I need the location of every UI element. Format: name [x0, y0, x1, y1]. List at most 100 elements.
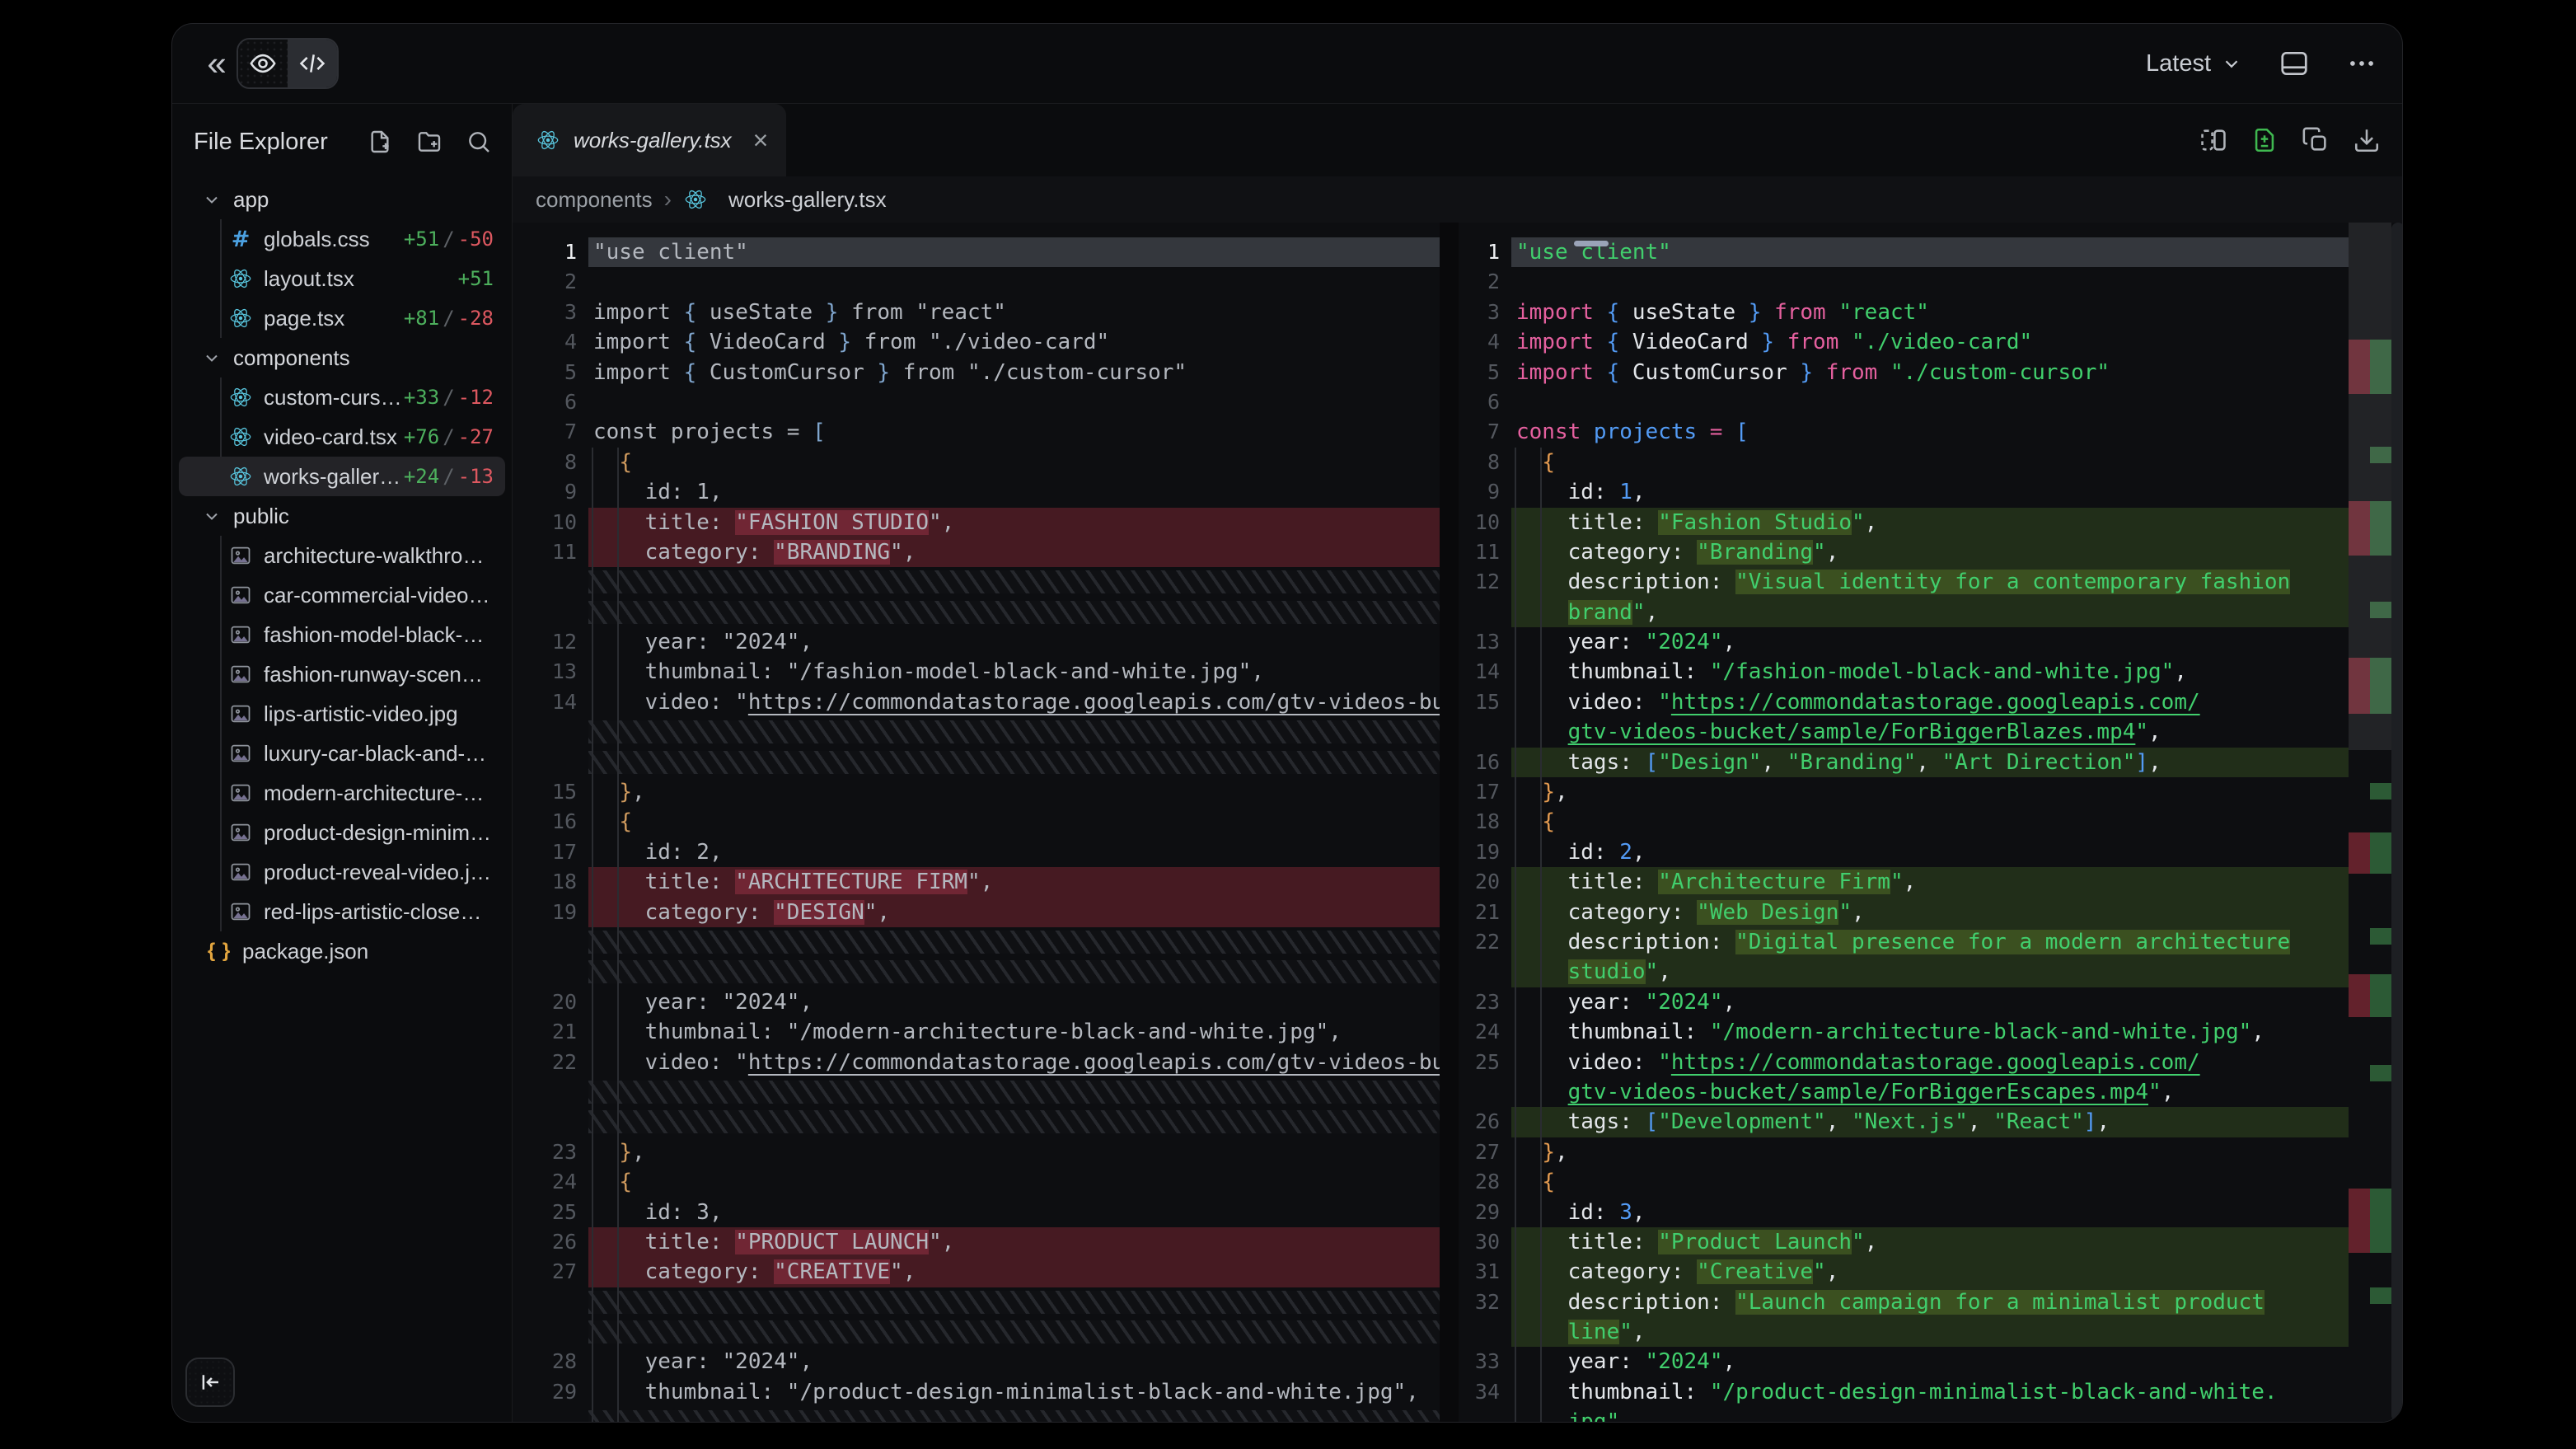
- sidebar-item-architecture-walkthro-[interactable]: architecture-walkthro…: [179, 536, 505, 575]
- sidebar-item-public[interactable]: public: [179, 496, 505, 536]
- code-line: 4import { VideoCard } from "./video-card…: [1459, 327, 2355, 357]
- code-line: 29 thumbnail: "/product-design-minimalis…: [536, 1377, 1440, 1407]
- breadcrumb-file[interactable]: works-gallery.tsx: [728, 187, 887, 213]
- code-line: 11 category: "BRANDING",: [536, 537, 1440, 567]
- code-line: 8 {: [536, 448, 1440, 477]
- line-number: 9: [1459, 477, 1500, 507]
- code-line: 14 video: "https://commondatastorage.goo…: [536, 687, 1440, 717]
- css-icon: #: [228, 227, 253, 252]
- sidebar-item-components[interactable]: components: [179, 338, 505, 377]
- code-content: const projects = [: [1511, 417, 2355, 447]
- horizontal-scrollbar[interactable]: [1574, 241, 1609, 246]
- line-number: 14: [1459, 657, 1500, 687]
- preview-toggle-button[interactable]: [238, 40, 288, 87]
- chevron-down-icon[interactable]: [202, 348, 222, 368]
- code-content: [1511, 387, 2355, 417]
- sidebar-item-layout.tsx[interactable]: layout.tsx+51: [179, 259, 505, 298]
- sidebar-item-works-galler-[interactable]: works-galler…+24/-13: [179, 457, 505, 496]
- file-diff-icon[interactable]: [2250, 126, 2279, 154]
- line-number: [536, 1077, 577, 1107]
- pane-divider[interactable]: [1440, 223, 1459, 1422]
- line-number: 3: [536, 298, 577, 327]
- vertical-scrollbar[interactable]: [2391, 223, 2403, 1422]
- sidebar-item-globals.css[interactable]: #globals.css+51/-50: [179, 219, 505, 259]
- version-selector[interactable]: Latest: [2146, 50, 2242, 77]
- code-toggle-button[interactable]: [288, 40, 337, 87]
- code-content: description: "Digital presence for a mod…: [1511, 927, 2355, 957]
- split-view-icon[interactable]: [2199, 126, 2227, 154]
- chevron-down-icon[interactable]: [202, 506, 222, 526]
- line-number: 22: [1459, 927, 1500, 957]
- code-content: [588, 598, 1440, 627]
- sidebar-item-custom-curs-[interactable]: custom-curs…+33/-12: [179, 377, 505, 417]
- react-icon: [683, 188, 708, 211]
- sidebar-item-red-lips-artistic-close-[interactable]: red-lips-artistic-close…: [179, 892, 505, 931]
- code-line: 9 id: 1,: [536, 477, 1440, 507]
- minimap[interactable]: [2349, 223, 2391, 1422]
- sidebar-item-video-card.tsx[interactable]: video-card.tsx+76/-27: [179, 417, 505, 457]
- line-number: 33: [1459, 1347, 1500, 1376]
- search-icon[interactable]: [466, 129, 492, 155]
- sidebar-item-car-commercial-video-[interactable]: car-commercial-video…: [179, 575, 505, 615]
- diff-pane-new: 1"use client"23import { useState } from …: [1459, 223, 2355, 1422]
- copy-icon[interactable]: [2302, 126, 2330, 154]
- image-icon: [228, 544, 253, 567]
- code-line: 11 category: "Branding",: [1459, 537, 2355, 567]
- bottom-panel-icon[interactable]: [2279, 48, 2310, 79]
- code-content: {: [1511, 1167, 2355, 1197]
- code-line: 17 id: 2,: [536, 837, 1440, 867]
- sidebar-item-product-reveal-video.j-[interactable]: product-reveal-video.j…: [179, 852, 505, 892]
- line-number: [536, 748, 577, 777]
- sidebar-item-app[interactable]: app: [179, 180, 505, 219]
- sidebar-item-page.tsx[interactable]: page.tsx+81/-28: [179, 298, 505, 338]
- tab-works-gallery[interactable]: works-gallery.tsx ×: [513, 104, 786, 176]
- sidebar-item-package.json[interactable]: { }package.json: [179, 931, 505, 971]
- download-icon[interactable]: [2353, 126, 2381, 154]
- code-content: title: "ARCHITECTURE FIRM",: [588, 867, 1440, 897]
- code-line: 14 thumbnail: "/fashion-model-black-and-…: [1459, 657, 2355, 687]
- file-label: red-lips-artistic-close…: [264, 899, 481, 925]
- code-content: gtv-videos-bucket/sample/ForBiggerEscape…: [1511, 1077, 2355, 1107]
- line-number: 5: [1459, 358, 1500, 387]
- image-icon: [228, 584, 253, 607]
- sidebar-item-lips-artistic-video.jpg[interactable]: lips-artistic-video.jpg: [179, 694, 505, 734]
- line-number: 29: [536, 1377, 577, 1407]
- code-content: const projects = [: [588, 417, 1440, 447]
- line-number: 10: [1459, 508, 1500, 537]
- sidebar-item-fashion-runway-scen-[interactable]: fashion-runway-scen…: [179, 654, 505, 694]
- collapse-panel-button[interactable]: «: [197, 44, 237, 83]
- code-line: 9 id: 1,: [1459, 477, 2355, 507]
- line-number: 17: [536, 837, 577, 867]
- chevron-down-icon[interactable]: [202, 190, 222, 209]
- code-line: 1"use client": [536, 237, 1440, 267]
- file-label: fashion-model-black-…: [264, 622, 484, 648]
- diff-stats: +51/-50: [404, 227, 505, 251]
- code-icon: [298, 49, 326, 77]
- diff-pane-old: 1"use client"23import { useState } from …: [536, 223, 1440, 1422]
- new-file-icon[interactable]: [367, 129, 393, 155]
- line-number: 27: [536, 1257, 577, 1287]
- file-label: custom-curs…: [264, 385, 402, 410]
- sidebar-item-product-design-minim-[interactable]: product-design-minim…: [179, 813, 505, 852]
- close-tab-icon[interactable]: ×: [753, 127, 769, 153]
- breadcrumb-folder[interactable]: components: [536, 187, 653, 213]
- line-number: [1459, 717, 1500, 747]
- code-content: import { useState } from "react": [588, 298, 1440, 327]
- line-number: 34: [1459, 1377, 1500, 1407]
- code-content: [588, 957, 1440, 987]
- new-folder-icon[interactable]: [416, 129, 443, 155]
- minimap-viewport[interactable]: [2349, 223, 2391, 750]
- code-line: 19 category: "DESIGN",: [536, 898, 1440, 927]
- collapse-sidebar-button[interactable]: [185, 1358, 235, 1407]
- sidebar-item-fashion-model-black-[interactable]: fashion-model-black-…: [179, 615, 505, 654]
- code-line: 31 category: "Creative",: [1459, 1257, 2355, 1287]
- code-line: 6: [1459, 387, 2355, 417]
- line-number: 8: [536, 448, 577, 477]
- more-options-icon[interactable]: [2346, 48, 2377, 79]
- code-line: 27 },: [1459, 1137, 2355, 1167]
- code-content: id: 1,: [1511, 477, 2355, 507]
- code-content: video: "https://commondatastorage.google…: [588, 687, 1440, 717]
- sidebar-item-luxury-car-black-and-[interactable]: luxury-car-black-and-…: [179, 734, 505, 773]
- line-number: 21: [1459, 898, 1500, 927]
- sidebar-item-modern-architecture-[interactable]: modern-architecture-…: [179, 773, 505, 813]
